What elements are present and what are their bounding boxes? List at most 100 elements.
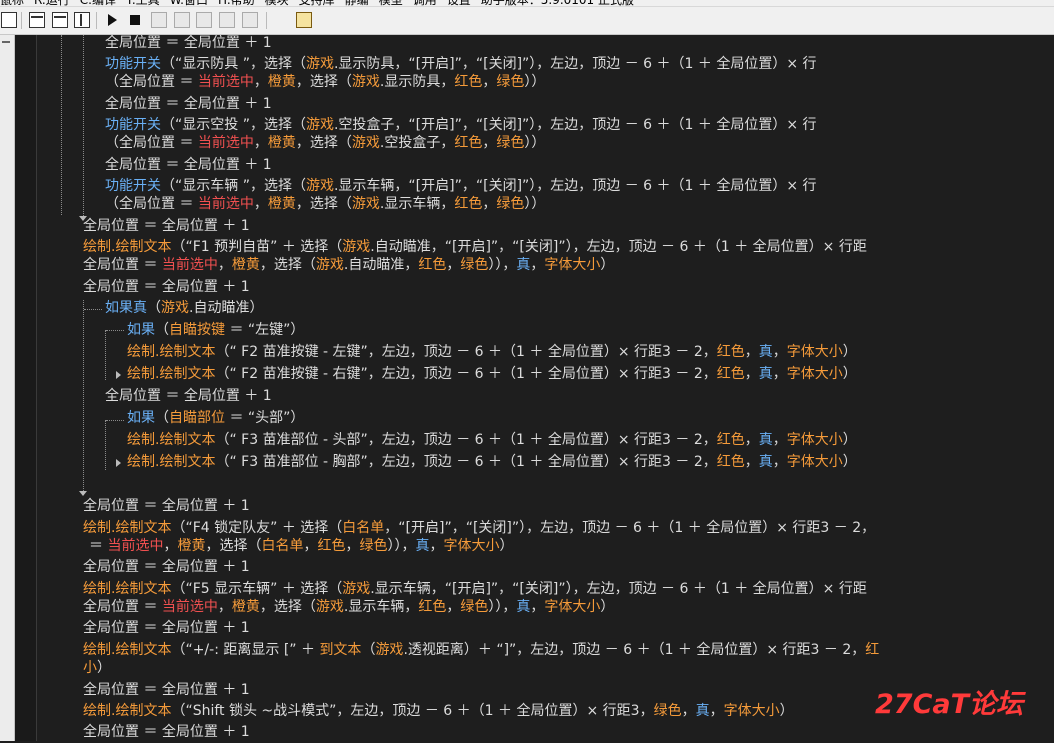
code-line[interactable]: （全局位置 ＝ 当前选中，橙黄，选择（游戏.显示防具，红色，绿色））: [105, 72, 545, 93]
stop-icon[interactable]: [130, 15, 140, 25]
code-token: ）），: [488, 257, 517, 273]
forum-watermark: 27CaT论坛: [875, 689, 1024, 720]
code-line[interactable]: 绘制.绘制文本（“ F2 苗准按键 - 左键”，左边，顶边 － 6 ＋（1 ＋ …: [127, 342, 857, 363]
code-token: ，: [482, 74, 497, 90]
code-token: 全局位置 ＝ 全局位置 ＋ 1: [105, 388, 272, 404]
window-icon[interactable]: [52, 12, 68, 28]
block-guide: [105, 420, 106, 470]
code-token: （“+/-: 距离显示 [” ＋: [171, 642, 320, 658]
code-line[interactable]: 全局位置 ＝ 全局位置 ＋ 1: [105, 155, 272, 176]
code-line[interactable]: 全局位置 ＝ 全局位置 ＋ 1: [83, 496, 250, 517]
code-token: 橙黄: [231, 257, 260, 273]
code-line[interactable]: 全局位置 ＝ 当前选中，橙黄，选择（游戏.自动瞄准，红色，绿色）），真，字体大小…: [83, 255, 614, 276]
menu-item[interactable]: R.运行: [34, 0, 70, 6]
code-line[interactable]: 全局位置 ＝ 全局位置 ＋ 1: [83, 277, 250, 298]
menu-bar[interactable]: 鼠标 R.运行 C.编译 T.工具 W.窗口 H.帮助 模块 支持库 静编 模型 调用 设置 助手版本：…: [0, 0, 1054, 7]
code-token: 自瞄部位: [169, 410, 225, 426]
step-into-icon[interactable]: [174, 12, 190, 28]
code-line[interactable]: 全局位置 ＝ 全局位置 ＋ 1: [105, 386, 272, 407]
menu-item[interactable]: 静编: [345, 0, 369, 6]
code-token: ，: [744, 432, 759, 448]
code-token: 全局位置 ＝ 全局位置 ＋ 1: [105, 157, 272, 173]
code-token: （: [147, 300, 161, 316]
code-token: ，: [772, 432, 787, 448]
code-token: ，选择（: [295, 74, 352, 90]
code-token: （全局位置 ＝: [105, 196, 198, 212]
code-line[interactable]: ＝ 当前选中，橙黄，选择（白名单，红色，绿色）），真，字体大小）: [89, 536, 513, 557]
code-line[interactable]: （全局位置 ＝ 当前选中，橙黄，选择（游戏.显示车辆，红色，绿色））: [105, 194, 545, 215]
menu-item[interactable]: 助手版本：5.9.0101 正式版: [481, 0, 634, 6]
code-token: .空投盒子，“[开启]”，“[关闭]”），左边，顶边 － 6 ＋（1 ＋ 全局位…: [333, 117, 817, 133]
code-token: 全局位置 ＝ 全局位置 ＋ 1: [83, 682, 250, 698]
code-line[interactable]: 绘制.绘制文本（“Shift 锁头 ~战斗模式”，左边，顶边 － 6 ＋（1 ＋…: [83, 701, 794, 722]
menu-item[interactable]: 鼠标: [0, 0, 24, 6]
menu-item[interactable]: W.窗口: [170, 0, 208, 6]
menu-item[interactable]: 调用: [413, 0, 437, 6]
code-token: ，: [772, 454, 787, 470]
code-token: 字体大小: [786, 432, 843, 448]
code-token: 红色: [454, 135, 483, 151]
play-icon[interactable]: [104, 12, 120, 28]
menu-item[interactable]: 支持库: [299, 0, 335, 6]
code-token: ）），: [488, 599, 517, 615]
step-icon[interactable]: [151, 12, 167, 28]
code-token: 功能开关: [105, 178, 161, 194]
menu-items[interactable]: 鼠标 R.运行 C.编译 T.工具 W.窗口 H.帮助 模块 支持库 静编 模型 调用 设置 助手版本：…: [0, 0, 644, 6]
step-over-icon[interactable]: [196, 12, 212, 28]
code-line[interactable]: 如果（自瞄按键 ＝ “左键”）: [127, 320, 304, 341]
code-line[interactable]: 绘制.绘制文本（“ F3 苗准部位 - 胸部”，左边，顶边 － 6 ＋（1 ＋ …: [127, 452, 857, 473]
menu-item[interactable]: 模型: [379, 0, 403, 6]
code-token: 红色: [418, 599, 447, 615]
menu-item[interactable]: T.工具: [126, 0, 160, 6]
menu-item[interactable]: H.帮助: [218, 0, 255, 6]
code-token: ，: [217, 599, 232, 615]
block-guide: [61, 35, 62, 215]
code-token: 红色: [454, 74, 483, 90]
code-token: 全局位置 ＝ 全局位置 ＋ 1: [105, 35, 272, 51]
code-token: 如果: [127, 322, 155, 338]
code-token: ，: [217, 257, 232, 273]
code-line[interactable]: 如果（自瞄部位 ＝ “头部”）: [127, 408, 304, 429]
code-line[interactable]: 全局位置 ＝ 全局位置 ＋ 1: [83, 680, 250, 701]
window-icon[interactable]: [29, 12, 45, 28]
bug-icon[interactable]: [296, 12, 312, 28]
code-line[interactable]: 全局位置 ＝ 全局位置 ＋ 1: [83, 618, 250, 639]
code-token: 功能开关: [105, 56, 161, 72]
code-token: ））: [524, 196, 546, 212]
code-line[interactable]: 小）: [83, 658, 111, 679]
code-token: （“显示空投 ”，选择（: [161, 117, 306, 133]
code-token: 真: [758, 454, 773, 470]
code-line[interactable]: （全局位置 ＝ 当前选中，橙黄，选择（游戏.空投盒子，红色，绿色））: [105, 133, 545, 154]
code-line[interactable]: 全局位置 ＝ 全局位置 ＋ 1: [105, 94, 272, 115]
code-line[interactable]: 绘制.绘制文本（“ F3 苗准部位 - 头部”，左边，顶边 － 6 ＋（1 ＋ …: [127, 430, 857, 451]
left-panel[interactable]: [0, 35, 15, 741]
code-token: （“显示防具 ”，选择（: [161, 56, 306, 72]
code-token: 绿色: [460, 257, 489, 273]
block-guide: [84, 309, 102, 310]
code-token: 如果真: [105, 300, 147, 316]
code-line[interactable]: 绘制.绘制文本（“+/-: 距离显示 [” ＋ 到文本（游戏.透视距离）＋ “]…: [83, 640, 879, 661]
code-token: ，: [744, 454, 759, 470]
code-token: 游戏: [342, 239, 371, 255]
code-line[interactable]: 全局位置 ＝ 全局位置 ＋ 1: [83, 216, 250, 237]
menu-item[interactable]: C.编译: [80, 0, 116, 6]
code-line[interactable]: 全局位置 ＝ 全局位置 ＋ 1: [83, 557, 250, 578]
menu-item[interactable]: 模块: [265, 0, 289, 6]
code-token: （“F4 锁定队友” ＋ 选择（: [171, 520, 343, 536]
code-line[interactable]: 全局位置 ＝ 全局位置 ＋ 1: [83, 722, 250, 743]
code-line[interactable]: 绘制.绘制文本（“ F2 苗准按键 - 右键”，左边，顶边 － 6 ＋（1 ＋ …: [127, 364, 857, 385]
code-token: 绿色: [496, 135, 525, 151]
block-guide: [106, 330, 124, 331]
code-line[interactable]: 如果真（游戏.自动瞄准）: [105, 298, 263, 319]
hand-icon[interactable]: [242, 12, 258, 28]
line-gutter: [15, 35, 37, 741]
step-out-icon[interactable]: [219, 12, 235, 28]
code-line[interactable]: 全局位置 ＝ 当前选中，橙黄，选择（游戏.显示车辆，红色，绿色）），真，字体大小…: [83, 597, 614, 618]
code-token: ，选择（: [295, 196, 352, 212]
code-token: .空投盒子，: [379, 135, 455, 151]
menu-item[interactable]: 设置: [447, 0, 471, 6]
code-token: ，: [482, 135, 497, 151]
split-window-icon[interactable]: [74, 12, 90, 28]
code-line[interactable]: 全局位置 ＝ 全局位置 ＋ 1: [105, 33, 272, 54]
magnifier-icon[interactable]: [1, 12, 17, 28]
